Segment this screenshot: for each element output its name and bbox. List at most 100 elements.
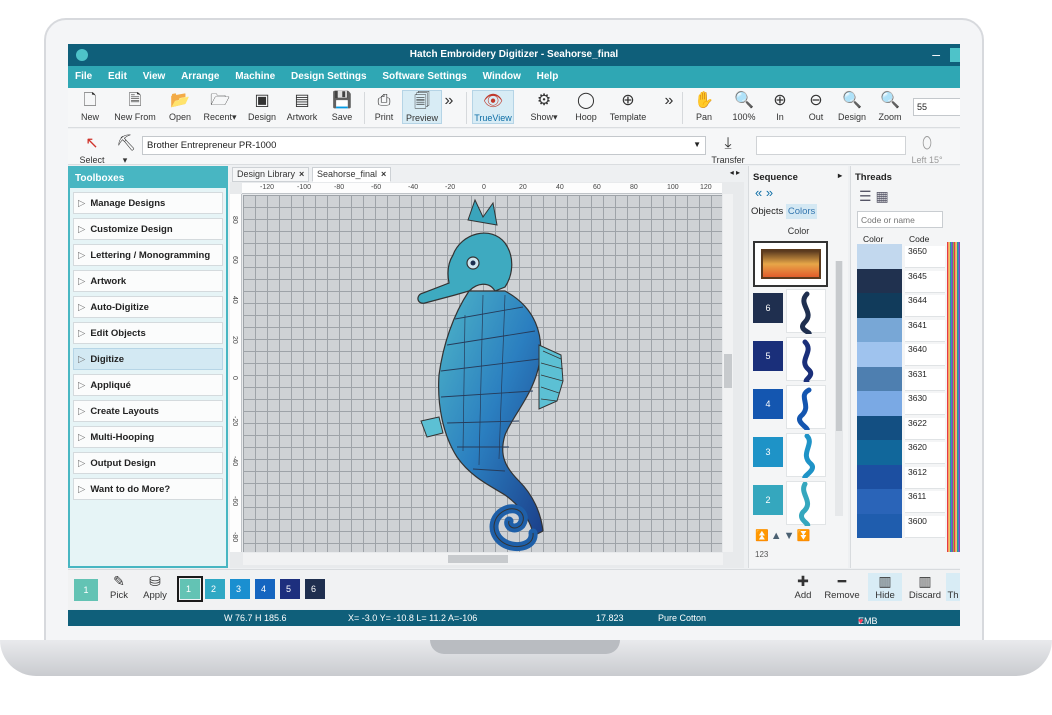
toolbox-output-design[interactable]: ▷ Output Design <box>73 452 223 474</box>
zoom-100-button[interactable]: 🔍 100% <box>726 90 762 122</box>
close-icon[interactable]: × <box>299 169 304 179</box>
thread-row[interactable]: 3641 <box>851 317 960 342</box>
toolbox-multi-hooping[interactable]: ▷ Multi-Hooping <box>73 426 223 448</box>
sequence-color-item[interactable]: 6 <box>753 289 828 337</box>
sequence-color-item[interactable]: 4 <box>753 385 828 433</box>
thread-row[interactable]: 3645 <box>851 268 960 293</box>
current-color[interactable]: 1 <box>74 579 98 601</box>
save-button[interactable]: 💾 Save <box>324 90 360 122</box>
thread-row[interactable]: 3622 <box>851 415 960 440</box>
template-button[interactable]: ⊕ Template <box>606 90 650 122</box>
zoom-input[interactable]: 55 <box>913 98 960 116</box>
zoom-button[interactable]: 🔍 Zoom <box>872 90 908 122</box>
menu-view[interactable]: View <box>136 66 172 82</box>
sequence-color-item[interactable]: 5 <box>753 337 828 385</box>
thread-row[interactable]: 3611 <box>851 489 960 514</box>
toolbox-edit-objects[interactable]: ▷ Edit Objects <box>73 322 223 344</box>
thread-row[interactable]: 3644 <box>851 293 960 318</box>
toolbox-applique[interactable]: ▷ Appliqué <box>73 374 223 396</box>
left-rotate-button[interactable]: ⬯ Left 15° <box>908 133 946 165</box>
thread-row[interactable]: 3650 <box>851 244 960 269</box>
design-canvas[interactable] <box>243 195 722 552</box>
menu-software-settings[interactable]: Software Settings <box>375 66 472 82</box>
sequence-color-item[interactable]: 3 <box>753 433 828 481</box>
scroll-thumb[interactable] <box>448 555 508 563</box>
thread-row[interactable]: 3600 <box>851 513 960 538</box>
toolbar-overflow[interactable]: » <box>444 90 454 112</box>
thread-row[interactable]: 3631 <box>851 366 960 391</box>
color-chip[interactable]: 1 <box>177 576 203 602</box>
sequence-nav-arrows[interactable]: « » <box>749 186 848 202</box>
zoom-design-button[interactable]: 🔍 Design <box>834 90 870 122</box>
toolbox-want-more[interactable]: ▷ Want to do More? <box>73 478 223 500</box>
add-color-button[interactable]: ✚ Add <box>786 573 820 601</box>
grid-view-icon[interactable]: ▦ <box>875 188 888 204</box>
machine-select[interactable]: Brother Entrepreneur PR-1000 ▼ <box>142 136 706 155</box>
tab-design-library[interactable]: Design Library × <box>232 167 310 182</box>
toolbox-digitize[interactable]: ▷ Digitize <box>73 348 223 370</box>
pick-button[interactable]: ✎ Pick <box>102 573 136 601</box>
threads-button[interactable]: Th <box>946 573 960 601</box>
menu-arrange[interactable]: Arrange <box>174 66 225 82</box>
hide-button[interactable]: ▥ Hide <box>868 573 902 601</box>
sequence-number-icon[interactable]: 123 <box>755 550 768 559</box>
design-button[interactable]: ▣ Design <box>244 90 280 122</box>
toolbox-create-layouts[interactable]: ▷ Create Layouts <box>73 400 223 422</box>
thread-search-input[interactable] <box>857 211 943 228</box>
menu-file[interactable]: File <box>68 66 98 82</box>
tab-objects[interactable]: Objects <box>751 206 783 217</box>
color-chip[interactable]: 3 <box>230 579 250 599</box>
toolbox-auto-digitize[interactable]: ▷ Auto-Digitize <box>73 296 223 318</box>
tab-scroll-arrows[interactable]: ◂ ▸ <box>730 168 740 177</box>
recent-button[interactable]: 🗁 Recent▾ <box>200 90 240 123</box>
thread-row[interactable]: 3640 <box>851 342 960 367</box>
sequence-artwork-item[interactable] <box>753 241 828 287</box>
tab-seahorse-final[interactable]: Seahorse_final × <box>312 167 392 182</box>
transfer-button[interactable]: ⤓ Transfer <box>710 133 746 165</box>
sequence-scrollbar[interactable] <box>835 261 843 516</box>
sequence-reorder-arrows[interactable]: ⏫▲▼⏬ <box>755 529 812 542</box>
remove-color-button[interactable]: ━ Remove <box>822 573 862 601</box>
sequence-color-item[interactable]: 2 <box>753 481 828 529</box>
new-button[interactable]: 🗋 New <box>72 90 108 122</box>
minimize-button[interactable]: – <box>932 46 940 62</box>
hoop-button[interactable]: ◯ Hoop <box>568 90 604 122</box>
color-chip[interactable]: 5 <box>280 579 300 599</box>
thread-row[interactable]: 3630 <box>851 391 960 416</box>
menu-edit[interactable]: Edit <box>101 66 133 82</box>
discard-button[interactable]: ▥ Discard <box>906 573 944 601</box>
menu-machine[interactable]: Machine <box>228 66 281 82</box>
pan-button[interactable]: ✋ Pan <box>686 90 722 122</box>
scroll-thumb[interactable] <box>836 261 842 431</box>
menu-help[interactable]: Help <box>530 66 565 82</box>
tab-colors[interactable]: Colors <box>785 204 818 219</box>
color-chip[interactable]: 4 <box>255 579 275 599</box>
transfer-target-select[interactable] <box>756 136 906 155</box>
toolbar-overflow-2[interactable]: » <box>664 90 674 112</box>
pick-tool[interactable]: ⛏ ▾ <box>116 133 136 166</box>
toolbox-artwork[interactable]: ▷ Artwork <box>73 270 223 292</box>
zoom-in-button[interactable]: ⊕ In <box>762 90 798 122</box>
scroll-thumb[interactable] <box>724 354 732 388</box>
show-button[interactable]: ⚙ Show▾ <box>524 90 564 123</box>
preview-button[interactable]: 🗐 Preview <box>402 90 442 124</box>
select-tool[interactable]: ↖ Select <box>72 133 112 165</box>
artwork-button[interactable]: ▤ Artwork <box>282 90 322 122</box>
list-view-icon[interactable]: ☰ <box>859 188 872 204</box>
maximize-button[interactable] <box>950 48 960 62</box>
print-button[interactable]: ⎙ Print <box>366 90 402 122</box>
thread-palette-strip[interactable] <box>947 242 960 552</box>
menu-design-settings[interactable]: Design Settings <box>284 66 373 82</box>
canvas-horizontal-scrollbar[interactable] <box>243 553 723 565</box>
open-button[interactable]: 📂 Open <box>162 90 198 122</box>
seahorse-design[interactable] <box>243 195 722 552</box>
apply-button[interactable]: ⛁ Apply <box>138 573 172 601</box>
trueview-button[interactable]: 👁 TrueView <box>472 90 514 124</box>
toolbox-manage-designs[interactable]: ▷ Manage Designs <box>73 192 223 214</box>
zoom-out-button[interactable]: ⊖ Out <box>798 90 834 122</box>
toolbox-customize-design[interactable]: ▷ Customize Design <box>73 218 223 240</box>
thread-row[interactable]: 3612 <box>851 464 960 489</box>
canvas-vertical-scrollbar[interactable] <box>723 194 733 552</box>
color-chip[interactable]: 6 <box>305 579 325 599</box>
chevron-right-icon[interactable]: ▸ <box>838 171 842 180</box>
